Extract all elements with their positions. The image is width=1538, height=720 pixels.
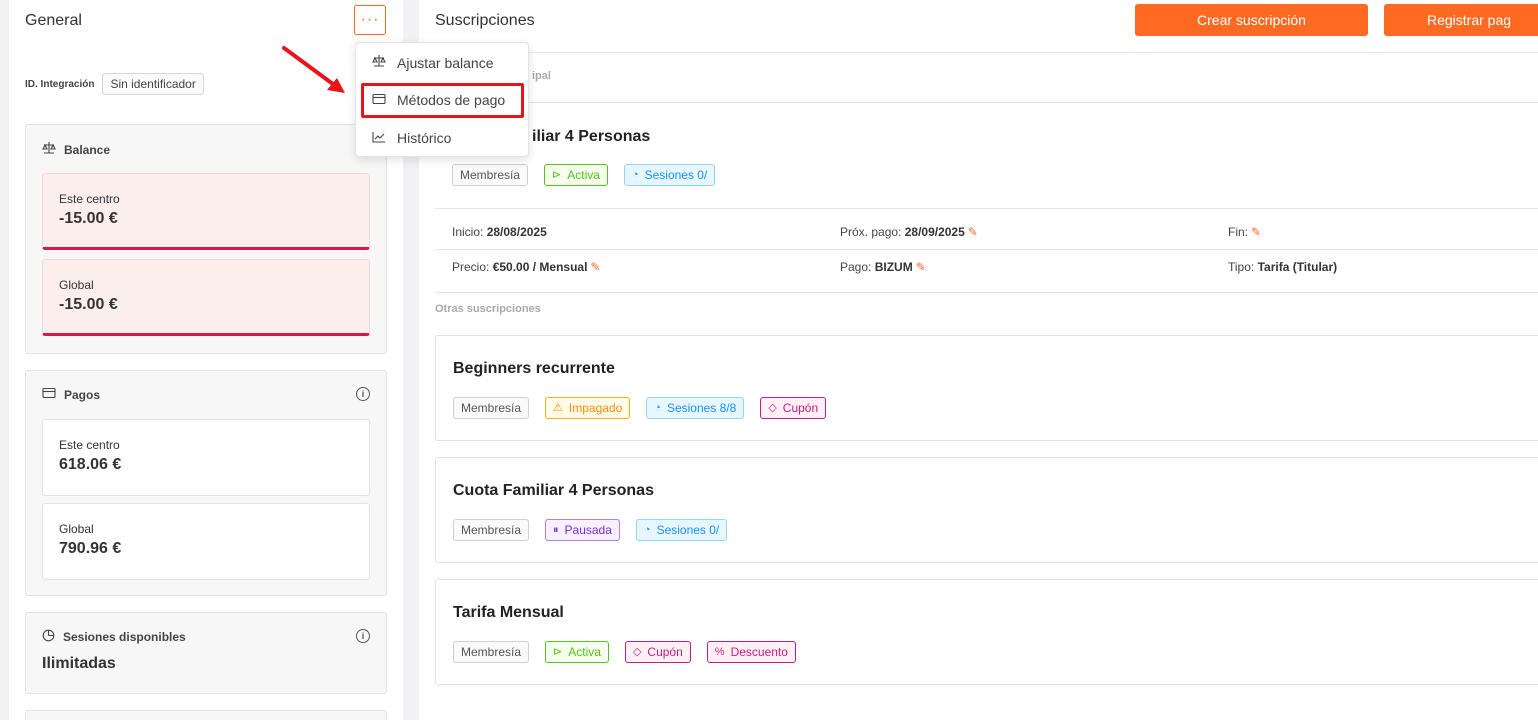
pagos-title: Pagos (64, 387, 101, 402)
pagos-card: Pagos i Este centro 618.06 € Global 790.… (25, 370, 387, 596)
balance-center-label: Este centro (59, 192, 120, 206)
balance-global-value: -15.00 € (59, 296, 118, 313)
edit-icon[interactable]: ✎ (968, 225, 978, 239)
balance-header: Balance (42, 141, 110, 158)
balance-global-stat: Global -15.00 € (42, 259, 370, 336)
tipo-field: Tipo: Tarifa (Titular) (1228, 260, 1338, 274)
pie-icon: ◔ (654, 401, 661, 414)
card-icon (42, 387, 56, 402)
pie-icon: ◔ (643, 523, 651, 536)
play-circle-icon: ⊳ (552, 168, 562, 181)
pause-circle-icon: ⏸ (553, 523, 559, 536)
tag-descuento: % Descuento (706, 641, 796, 663)
edit-icon[interactable]: ✎ (590, 260, 600, 274)
pagos-center-value: 618.06 € (59, 456, 122, 473)
tag-membresia: Membresía (452, 164, 529, 186)
subscription-card[interactable]: Cuota Familiar 4 Personas Membresía ⏸ Pau… (435, 457, 1538, 563)
subscription-tags: Membresía ⊳ Activa ◇ Cupón % Descuento (453, 641, 796, 663)
divider (435, 208, 1538, 209)
tag-membresia: Membresía (453, 641, 530, 663)
suscripciones-panel: Suscripciones Crear suscripción Registra… (419, 0, 1538, 720)
scale-icon (372, 54, 386, 71)
subscription-name: Beginners recurrente (453, 360, 615, 377)
sesiones-header: Sesiones disponibles (42, 629, 186, 645)
menu-item-label: Histórico (397, 130, 452, 146)
scale-icon (42, 141, 56, 158)
balance-card: Balance Este centro -15.00 € Global -15.… (25, 124, 387, 354)
play-circle-icon: ⊳ (553, 645, 563, 658)
divider (419, 52, 1538, 53)
info-icon[interactable]: i (356, 629, 370, 643)
general-panel: General ··· ID. Integración Sin identifi… (9, 0, 403, 720)
integration-label: ID. Integración (25, 78, 95, 90)
subscription-name: Cuota Familiar 4 Personas (453, 482, 654, 499)
balance-title: Balance (64, 142, 111, 157)
menu-item-ajustar-balance[interactable]: Ajustar balance (372, 54, 494, 71)
integration-row: ID. Integración Sin identificador (25, 73, 204, 95)
fin-field: Fin: ✎ (1228, 225, 1262, 239)
pie-icon (42, 629, 55, 645)
precio-field: Precio: €50.00 / Mensual ✎ (452, 260, 601, 274)
edit-icon[interactable]: ✎ (1251, 225, 1261, 239)
pagos-global-value: 790.96 € (59, 540, 122, 557)
prox-pago-field: Próx. pago: 28/09/2025 ✎ (840, 225, 978, 239)
register-payment-button[interactable]: Registrar pag (1384, 4, 1538, 36)
pagos-header: Pagos (42, 387, 100, 402)
tag-sesiones: ◔ Sesiones 8/8 (646, 397, 745, 419)
pie-icon: ◔ (631, 168, 639, 181)
divider (435, 249, 1538, 250)
tag-icon: ◇ (768, 401, 777, 414)
subscription-card[interactable]: Beginners recurrente Membresía ⚠ Impagado… (435, 335, 1538, 441)
pago-field: Pago: BIZUM ✎ (840, 260, 926, 274)
integration-value: Sin identificador (102, 73, 204, 95)
next-card (25, 710, 387, 720)
info-icon[interactable]: i (356, 387, 370, 401)
other-subscriptions-label: Otras suscripciones (435, 303, 541, 315)
pagos-center-stat: Este centro 618.06 € (42, 419, 370, 496)
sesiones-title: Sesiones disponibles (63, 630, 186, 644)
pagos-global-stat: Global 790.96 € (42, 503, 370, 580)
tag-cupon: ◇ Cupón (760, 397, 827, 419)
highlight-box (361, 83, 524, 118)
pagos-global-label: Global (59, 522, 94, 536)
menu-item-label: Ajustar balance (397, 54, 494, 71)
tag-impagado: ⚠ Impagado (545, 397, 631, 419)
suscripciones-title: Suscripciones (435, 12, 535, 29)
sesiones-value: Ilimitadas (42, 655, 116, 672)
tag-activa: ⊳ Activa (544, 164, 608, 186)
general-title: General (25, 12, 82, 29)
edit-icon[interactable]: ✎ (916, 260, 926, 274)
tag-activa: ⊳ Activa (545, 641, 609, 663)
balance-global-label: Global (59, 278, 94, 292)
balance-center-value: -15.00 € (59, 210, 118, 227)
tag-sesiones: ◔ Sesiones 0/ (623, 164, 716, 186)
pagos-center-label: Este centro (59, 438, 120, 452)
principal-label: ipal (532, 70, 551, 82)
principal-tags: Membresía ⊳ Activa ◔ Sesiones 0/ (452, 164, 716, 186)
create-subscription-button[interactable]: Crear suscripción (1135, 4, 1368, 36)
chart-line-icon (372, 131, 386, 146)
subscription-name: Tarifa Mensual (453, 604, 564, 621)
principal-subscription[interactable]: iliar 4 Personas Membresía ⊳ Activa ◔ Sesi… (435, 102, 1538, 293)
percent-icon: % (714, 645, 725, 658)
subscription-tags: Membresía ⏸ Pausada ◔ Sesiones 0/ (453, 519, 728, 541)
red-arrow-annotation (282, 46, 345, 93)
tag-icon: ◇ (632, 645, 642, 658)
tag-membresia: Membresía (453, 519, 530, 541)
sesiones-card: Sesiones disponibles i Ilimitadas (25, 612, 387, 694)
tag-membresia: Membresía (453, 397, 530, 419)
tag-pausada: ⏸ Pausada (545, 519, 620, 541)
tag-sesiones: ◔ Sesiones 0/ (635, 519, 728, 541)
inicio-field: Inicio: 28/08/2025 (452, 225, 547, 239)
more-options-button[interactable]: ··· (354, 5, 386, 35)
principal-subscription-name: iliar 4 Personas (532, 128, 651, 145)
subscription-card[interactable]: Tarifa Mensual Membresía ⊳ Activa ◇ Cupón … (435, 579, 1538, 685)
menu-item-historico[interactable]: Histórico (372, 130, 451, 146)
subscription-tags: Membresía ⚠ Impagado ◔ Sesiones 8/8 ◇ Cupón (453, 397, 827, 419)
balance-center-stat: Este centro -15.00 € (42, 173, 370, 250)
warning-icon: ⚠ (553, 401, 563, 414)
tag-cupon: ◇ Cupón (624, 641, 691, 663)
